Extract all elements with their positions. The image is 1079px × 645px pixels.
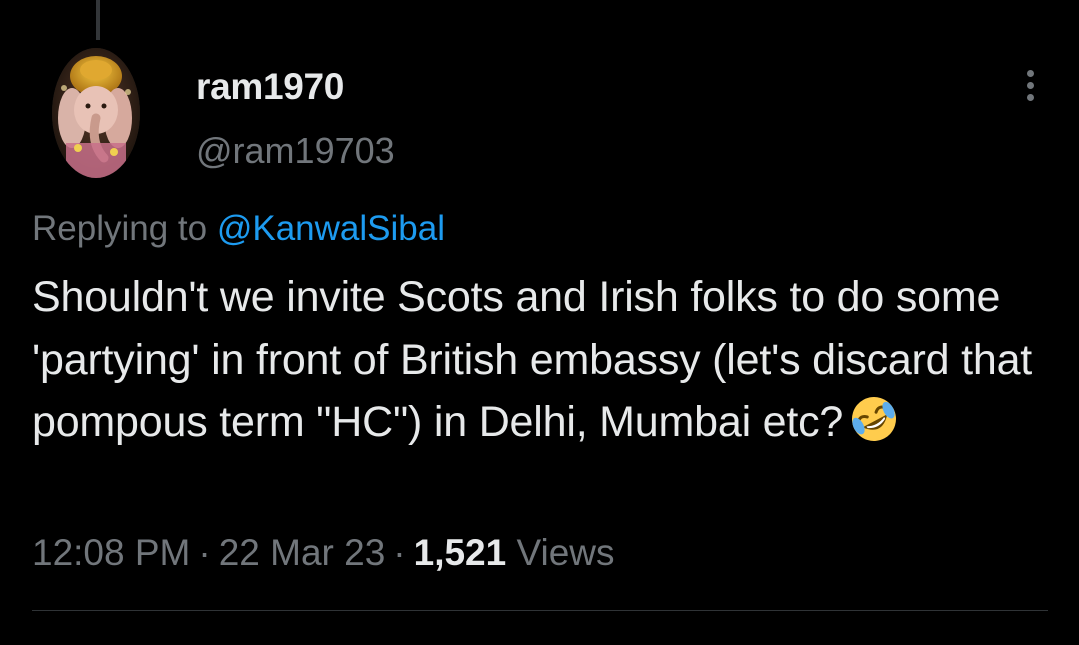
more-vertical-icon: [1027, 70, 1034, 77]
display-name[interactable]: ram1970: [196, 66, 344, 108]
tweet-date[interactable]: 22 Mar 23: [219, 532, 386, 573]
avatar[interactable]: [52, 48, 140, 178]
meta-separator: ·: [198, 532, 211, 573]
more-vertical-icon: [1027, 82, 1034, 89]
replying-to-mention-link[interactable]: @KanwalSibal: [217, 209, 445, 248]
more-options-button[interactable]: [1012, 66, 1048, 106]
thread-connector-line: [96, 0, 100, 40]
replying-to-line: Replying to @KanwalSibal: [32, 209, 445, 249]
tweet-body: Shouldn't we invite Scots and Irish folk…: [32, 266, 1042, 454]
meta-separator: ·: [393, 532, 406, 573]
replying-prefix: Replying to: [32, 209, 208, 248]
views-label: Views: [516, 532, 615, 573]
tweet-meta: 12:08 PM · 22 Mar 23 · 1,521 Views: [32, 532, 615, 574]
user-handle[interactable]: @ram19703: [196, 130, 395, 172]
tweet-time[interactable]: 12:08 PM: [32, 532, 190, 573]
divider: [32, 610, 1048, 611]
more-vertical-icon: [1027, 94, 1034, 101]
avatar-image: [52, 48, 140, 178]
views-count[interactable]: 1,521: [414, 532, 507, 573]
rolling-on-floor-laughing-emoji-icon: [852, 397, 897, 441]
